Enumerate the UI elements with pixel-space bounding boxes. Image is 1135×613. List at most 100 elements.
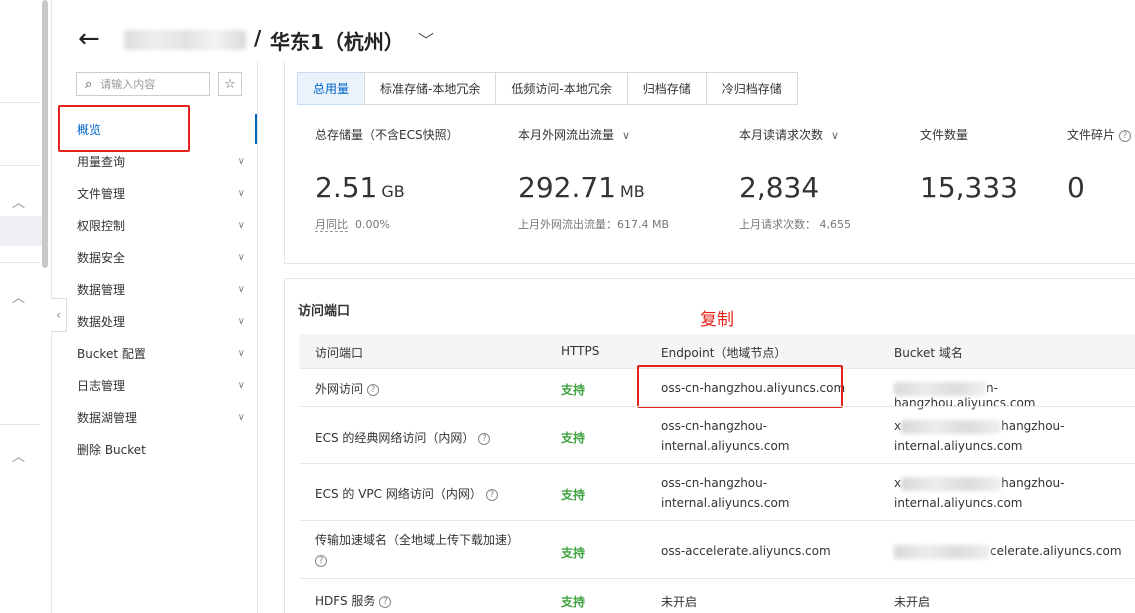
table-row-name: ECS 的经典网络访问（内网）? — [315, 429, 491, 446]
menu-item-data-management[interactable]: 数据管理 ∨ — [77, 279, 247, 299]
help-icon[interactable]: ? — [1119, 129, 1132, 142]
https-status: 支持 — [561, 431, 586, 445]
stat-sub: 月同比 0.00% — [315, 218, 390, 232]
chevron-down-icon: ∨ — [237, 379, 245, 391]
chevron-up-icon[interactable]: ︿ — [12, 192, 25, 211]
chevron-left-icon: ‹ — [56, 308, 61, 322]
chevron-down-icon: ∨ — [237, 251, 245, 263]
help-icon[interactable]: ? — [478, 432, 491, 445]
column-header: HTTPS — [561, 344, 600, 358]
storage-class-tabs: 总用量 标准存储-本地冗余 低频访问-本地冗余 归档存储 冷归档存储 — [297, 72, 798, 105]
stat-label: 文件碎片? — [1067, 126, 1132, 143]
breadcrumb-separator: / — [254, 26, 262, 50]
chevron-down-icon[interactable]: ﹀ — [418, 27, 434, 51]
stat-sub: 上月请求次数： 4,655 — [739, 218, 851, 231]
stat-label: 总存储量（不含ECS快照） — [315, 128, 459, 142]
stat-value: 2.51 GB — [315, 171, 405, 204]
tab-standard-lrs[interactable]: 标准存储-本地冗余 — [364, 72, 497, 105]
endpoint-value[interactable]: oss-cn-hangzhou-internal.aliyuncs.com — [661, 416, 789, 456]
stat-label[interactable]: 本月外网流出流量 ∨ — [518, 126, 630, 143]
chevron-down-icon: ∨ — [622, 129, 631, 142]
row-divider — [299, 406, 1135, 407]
tab-ia-lrs[interactable]: 低频访问-本地冗余 — [495, 72, 628, 105]
bucket-domain[interactable]: celerate.aliyuncs.com — [894, 544, 1122, 559]
redacted-text — [901, 476, 1002, 491]
endpoint-value[interactable]: oss-cn-hangzhou-internal.aliyuncs.com — [661, 473, 789, 513]
global-nav-rail: ︿ ︿ ︿ — [0, 0, 52, 613]
chevron-up-icon[interactable]: ︿ — [12, 446, 25, 465]
bucket-name-redacted — [124, 30, 246, 50]
rail-divider — [0, 102, 40, 103]
stat-fragments: 文件碎片? 0 — [1067, 126, 1132, 204]
menu-item-data-processing[interactable]: 数据处理 ∨ — [77, 311, 247, 331]
table-row-name: HDFS 服务? — [315, 592, 392, 609]
menu-item-permissions[interactable]: 权限控制 ∨ — [77, 215, 247, 235]
table-row-name: 外网访问? — [315, 380, 380, 397]
stat-label[interactable]: 本月读请求次数 ∨ — [739, 126, 839, 143]
rail-divider — [0, 262, 40, 263]
chevron-down-icon: ∨ — [237, 187, 245, 199]
scrollbar[interactable] — [42, 0, 48, 268]
stat-value: 2,834 — [739, 171, 820, 204]
chevron-down-icon: ∨ — [237, 283, 245, 295]
bucket-domain[interactable]: x hangzhou-internal.aliyuncs.com — [894, 416, 1064, 456]
stat-value: 292.71 MB — [518, 171, 645, 204]
rail-divider — [0, 424, 40, 425]
chevron-up-icon[interactable]: ︿ — [12, 287, 25, 306]
help-icon[interactable]: ? — [315, 554, 327, 567]
redacted-text — [894, 381, 986, 396]
section-title: 访问端口 — [298, 304, 351, 319]
stat-value: 15,333 — [920, 171, 1018, 204]
https-status: 支持 — [561, 546, 586, 560]
region-title: 华东1（杭州） — [270, 30, 404, 54]
endpoint-value[interactable]: oss-accelerate.aliyuncs.com — [661, 544, 831, 558]
bucket-domain: 未开启 — [894, 595, 931, 609]
tab-total-usage[interactable]: 总用量 — [297, 72, 366, 105]
help-icon[interactable]: ? — [379, 595, 392, 608]
row-divider — [299, 578, 1135, 579]
menu-item-files[interactable]: 文件管理 ∨ — [77, 183, 247, 203]
menu-item-logs[interactable]: 日志管理 ∨ — [77, 375, 247, 395]
https-status: 支持 — [561, 595, 586, 609]
chevron-down-icon: ∨ — [237, 347, 245, 359]
chevron-down-icon: ∨ — [237, 411, 245, 423]
search-icon: ⌕ — [85, 76, 93, 92]
endpoint-value: 未开启 — [661, 595, 698, 609]
column-header: 访问端口 — [315, 346, 364, 360]
stat-value: 0 — [1067, 171, 1085, 204]
help-icon[interactable]: ? — [367, 383, 380, 396]
stat-traffic: 本月外网流出流量 ∨ 292.71 MB 上月外网流出流量：617.4 MB — [518, 126, 669, 231]
help-icon[interactable]: ? — [485, 488, 498, 501]
menu-item-usage[interactable]: 用量查询 ∨ — [77, 151, 247, 171]
chevron-down-icon: ∨ — [237, 219, 245, 231]
stat-label: 文件数量 — [920, 128, 969, 142]
bucket-domain[interactable]: x hangzhou-internal.aliyuncs.com — [894, 473, 1064, 513]
column-header: Bucket 域名 — [894, 346, 963, 360]
menu-item-bucket-config[interactable]: Bucket 配置 ∨ — [77, 343, 247, 363]
rail-selected-item[interactable] — [0, 216, 44, 246]
redacted-text — [894, 544, 990, 559]
tab-cold-archive[interactable]: 冷归档存储 — [705, 72, 798, 105]
active-indicator — [255, 114, 257, 144]
row-divider — [299, 463, 1135, 464]
copy-annotation: 复制 — [700, 310, 734, 330]
redacted-text — [901, 419, 1002, 434]
menu-search-input[interactable] — [100, 77, 195, 91]
menu-item-data-lake[interactable]: 数据湖管理 ∨ — [77, 407, 247, 427]
stat-files: 文件数量 15,333 — [920, 126, 1018, 204]
stat-requests: 本月读请求次数 ∨ 2,834 上月请求次数： 4,655 — [739, 126, 851, 231]
chevron-down-icon: ∨ — [831, 129, 840, 142]
row-divider — [299, 520, 1135, 521]
tab-archive[interactable]: 归档存储 — [626, 72, 707, 105]
rail-divider — [0, 165, 40, 166]
menu-item-data-security[interactable]: 数据安全 ∨ — [77, 247, 247, 267]
stat-sub: 上月外网流出流量：617.4 MB — [518, 218, 670, 231]
collapse-sidebar-button[interactable]: ‹ — [51, 298, 67, 332]
annotation-highlight-box — [58, 105, 190, 152]
back-arrow-icon[interactable]: ← — [78, 24, 100, 54]
annotation-highlight-box — [637, 365, 843, 408]
table-row-name: 传输加速域名（全地域上传下载加速）? — [315, 533, 520, 567]
column-header: Endpoint（地域节点） — [661, 346, 787, 360]
menu-item-delete-bucket[interactable]: 删除 Bucket — [77, 439, 247, 459]
star-icon[interactable]: ☆ — [218, 72, 242, 96]
